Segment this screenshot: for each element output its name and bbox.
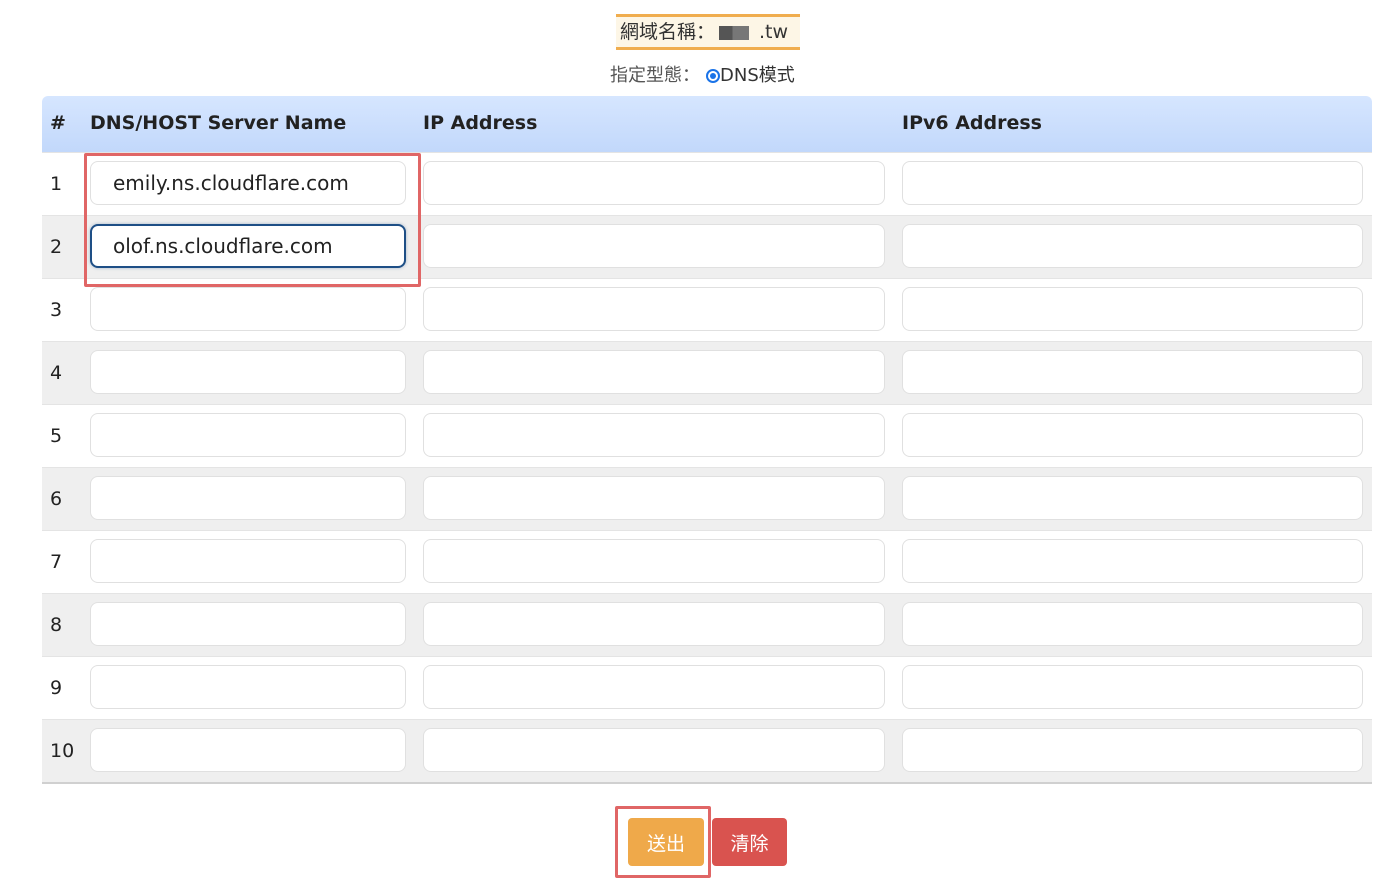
domain-label: 網域名稱： bbox=[620, 21, 716, 43]
server-name-input[interactable] bbox=[90, 602, 406, 646]
row-number: 7 bbox=[50, 551, 63, 573]
column-header-server-name: DNS/HOST Server Name bbox=[90, 112, 347, 134]
table-row: 9 bbox=[42, 656, 1372, 719]
submit-button[interactable]: 送出 bbox=[628, 818, 704, 866]
ipv6-address-input[interactable] bbox=[902, 224, 1363, 268]
ip-address-input[interactable] bbox=[423, 413, 885, 457]
ip-address-input[interactable] bbox=[423, 224, 885, 268]
table-row: 7 bbox=[42, 530, 1372, 593]
server-name-input[interactable] bbox=[90, 539, 406, 583]
ip-address-input[interactable] bbox=[423, 161, 885, 205]
dns-mode-radio[interactable] bbox=[706, 69, 720, 83]
server-name-input[interactable] bbox=[90, 350, 406, 394]
ipv6-address-input[interactable] bbox=[902, 413, 1363, 457]
row-number: 3 bbox=[50, 299, 63, 321]
ip-address-input[interactable] bbox=[423, 539, 885, 583]
ipv6-address-input[interactable] bbox=[902, 476, 1363, 520]
column-header-ip: IP Address bbox=[423, 112, 538, 134]
column-header-ipv6: IPv6 Address bbox=[902, 112, 1042, 134]
table-row: 5 bbox=[42, 404, 1372, 467]
row-number: 6 bbox=[50, 488, 63, 510]
dns-settings-page: 網域名稱： .tw 指定型態： DNS模式 # DNS/HOST Server Na… bbox=[0, 0, 1400, 884]
server-name-input[interactable] bbox=[90, 413, 406, 457]
ipv6-address-input[interactable] bbox=[902, 728, 1363, 772]
domain-suffix: .tw bbox=[759, 21, 789, 43]
server-name-input[interactable] bbox=[90, 665, 406, 709]
server-name-input[interactable] bbox=[90, 224, 406, 268]
dns-mode-label[interactable]: DNS模式 bbox=[720, 65, 795, 86]
row-number: 1 bbox=[50, 173, 63, 195]
ipv6-address-input[interactable] bbox=[902, 539, 1363, 583]
ip-address-input[interactable] bbox=[423, 728, 885, 772]
ipv6-address-input[interactable] bbox=[902, 602, 1363, 646]
server-name-input[interactable] bbox=[90, 476, 406, 520]
clear-button[interactable]: 清除 bbox=[712, 818, 787, 866]
ip-address-input[interactable] bbox=[423, 350, 885, 394]
mode-selector: 指定型態： DNS模式 bbox=[610, 64, 795, 88]
row-number: 4 bbox=[50, 362, 63, 384]
server-name-input[interactable] bbox=[90, 161, 406, 205]
column-header-num: # bbox=[50, 112, 66, 134]
table-row: 6 bbox=[42, 467, 1372, 530]
row-number: 10 bbox=[50, 740, 75, 762]
ip-address-input[interactable] bbox=[423, 602, 885, 646]
ipv6-address-input[interactable] bbox=[902, 161, 1363, 205]
row-number: 9 bbox=[50, 677, 63, 699]
ip-address-input[interactable] bbox=[423, 287, 885, 331]
table-header: # DNS/HOST Server Name IP Address IPv6 A… bbox=[42, 96, 1372, 152]
row-number: 2 bbox=[50, 236, 63, 258]
ipv6-address-input[interactable] bbox=[902, 665, 1363, 709]
mode-label: 指定型態： bbox=[610, 65, 700, 86]
dns-server-table: # DNS/HOST Server Name IP Address IPv6 A… bbox=[42, 96, 1372, 784]
ip-address-input[interactable] bbox=[423, 476, 885, 520]
domain-name-display: 網域名稱： .tw bbox=[616, 14, 800, 50]
table-row: 1 bbox=[42, 152, 1372, 215]
row-number: 8 bbox=[50, 614, 63, 636]
table-row: 3 bbox=[42, 278, 1372, 341]
server-name-input[interactable] bbox=[90, 728, 406, 772]
table-row: 8 bbox=[42, 593, 1372, 656]
table-row: 10 bbox=[42, 719, 1372, 782]
masked-domain bbox=[719, 25, 750, 40]
table-row: 4 bbox=[42, 341, 1372, 404]
ipv6-address-input[interactable] bbox=[902, 287, 1363, 331]
ipv6-address-input[interactable] bbox=[902, 350, 1363, 394]
ip-address-input[interactable] bbox=[423, 665, 885, 709]
row-number: 5 bbox=[50, 425, 63, 447]
table-row: 2 bbox=[42, 215, 1372, 278]
server-name-input[interactable] bbox=[90, 287, 406, 331]
